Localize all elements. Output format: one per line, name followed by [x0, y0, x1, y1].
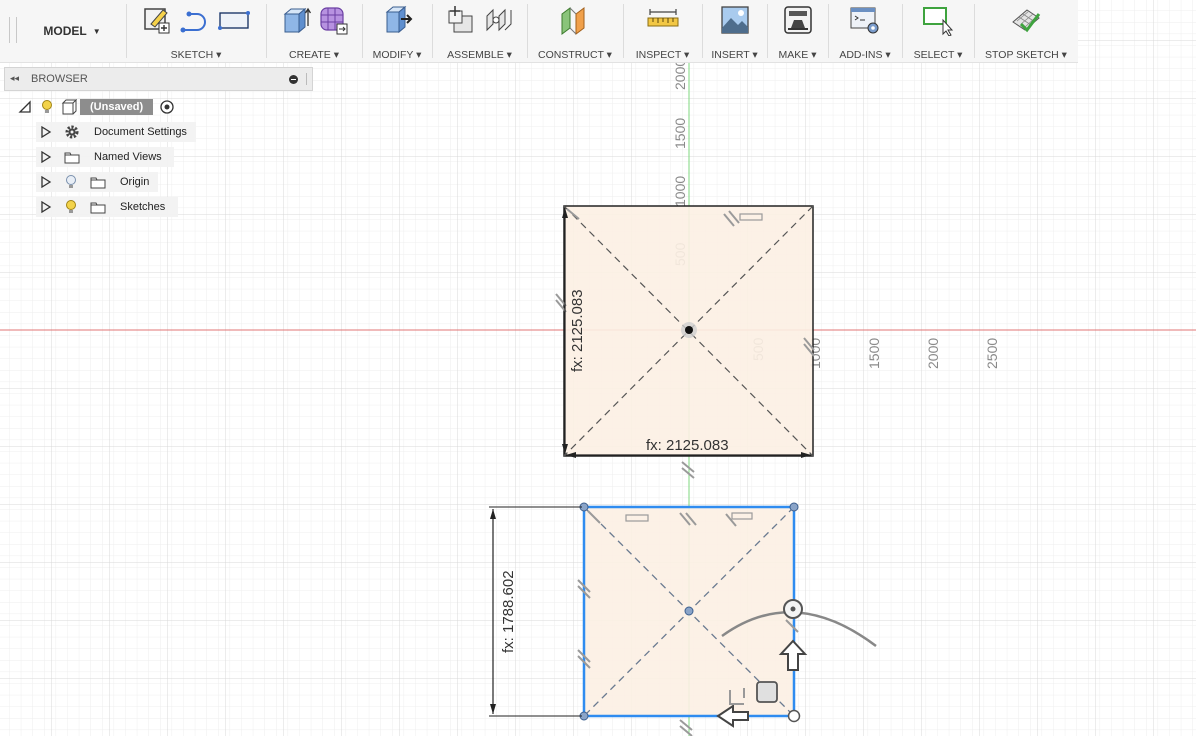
tree-item-named-views[interactable]: Named Views [36, 147, 174, 167]
create-menu-label: CREATE ▾ [289, 49, 339, 61]
component-icon [61, 99, 78, 115]
caret-expanded-icon[interactable] [18, 100, 32, 114]
activate-radio-icon[interactable] [159, 99, 175, 115]
tree-item-label[interactable]: Sketches [120, 201, 165, 213]
chevron-down-icon: ▼ [92, 26, 101, 36]
lightbulb-icon[interactable] [40, 99, 54, 115]
separator [527, 4, 528, 58]
select-menu[interactable]: SELECT ▾ [904, 0, 972, 62]
separator [974, 4, 975, 58]
insert-image-icon[interactable] [719, 4, 751, 36]
make-menu[interactable]: MAKE ▾ [769, 0, 826, 62]
stop-sketch-menu-label: STOP SKETCH ▾ [985, 49, 1067, 61]
workspace-label: MODEL [43, 24, 87, 38]
joint-icon[interactable] [483, 4, 515, 36]
tree-item-label[interactable]: Document Settings [94, 126, 187, 138]
lightbulb-off-icon[interactable] [64, 174, 78, 190]
y-tick-label: 2000 [672, 59, 688, 90]
tree-item-label[interactable]: Named Views [94, 151, 162, 163]
tree-item-document-settings[interactable]: Document Settings [36, 122, 196, 142]
modify-menu[interactable]: MODIFY ▾ [364, 0, 430, 62]
tree-root-label[interactable]: (Unsaved) [80, 99, 154, 115]
separator [126, 4, 127, 58]
dimension-bottom-vertical-label[interactable]: fx: 1788.602 [500, 570, 517, 653]
new-component-icon[interactable] [445, 4, 477, 36]
toolbar: MODEL ▼ SKETCH ▾ CREATE ▾ MODIFY ▾ ASSEM… [0, 0, 1078, 63]
measure-icon[interactable] [646, 4, 680, 36]
tree-item-label[interactable]: Origin [120, 176, 149, 188]
x-tick-label: 2500 [984, 338, 1000, 369]
collapse-icon[interactable]: ◂◂ [10, 73, 19, 84]
corner-point[interactable] [787, 709, 801, 723]
tree-item-sketches[interactable]: Sketches [36, 197, 178, 217]
press-pull-icon[interactable] [381, 4, 413, 36]
browser-title: BROWSER [31, 73, 88, 85]
modify-menu-label: MODIFY ▾ [372, 49, 422, 61]
dimension-top-vertical-label[interactable]: fx: 2125.083 [569, 289, 586, 372]
construct-menu-label: CONSTRUCT ▾ [538, 49, 612, 61]
add-ins-menu[interactable]: ADD-INS ▾ [830, 0, 900, 62]
add-ins-menu-label: ADD-INS ▾ [839, 49, 891, 61]
create-menu[interactable]: CREATE ▾ [268, 0, 360, 62]
planar-move-handle[interactable] [756, 681, 778, 703]
make-menu-label: MAKE ▾ [778, 49, 817, 61]
form-icon[interactable] [317, 4, 349, 36]
tree-root-row[interactable]: (Unsaved) [18, 97, 190, 117]
gear-icon [65, 125, 79, 139]
construct-menu[interactable]: CONSTRUCT ▾ [529, 0, 621, 62]
insert-menu-label: INSERT ▾ [711, 49, 758, 61]
extrude-icon[interactable] [279, 4, 311, 36]
center-point[interactable] [685, 326, 693, 334]
workspace-switcher-button[interactable]: MODEL ▼ [20, 0, 124, 62]
rotate-handle[interactable] [783, 599, 803, 619]
caret-collapsed-icon[interactable] [40, 201, 52, 213]
inspect-menu[interactable]: INSPECT ▾ [625, 0, 700, 62]
x-tick-label: 2000 [925, 338, 941, 369]
separator [902, 4, 903, 58]
assemble-menu-label: ASSEMBLE ▾ [447, 49, 512, 61]
y-tick-label: 1500 [672, 118, 688, 149]
separator [432, 4, 433, 58]
3d-print-icon[interactable] [782, 4, 814, 36]
create-sketch-icon[interactable] [141, 4, 173, 36]
assemble-menu[interactable]: ASSEMBLE ▾ [434, 0, 525, 62]
resize-handle[interactable] [306, 73, 309, 85]
folder-icon [90, 202, 106, 214]
folder-icon [90, 177, 106, 189]
select-menu-label: SELECT ▾ [913, 49, 963, 61]
scripts-addins-icon[interactable] [849, 4, 881, 36]
caret-collapsed-icon[interactable] [40, 176, 52, 188]
sketch-menu[interactable]: SKETCH ▾ [128, 0, 264, 62]
separator [702, 4, 703, 58]
tree-item-origin[interactable]: Origin [36, 172, 158, 192]
browser-panel-header[interactable]: ◂◂ BROWSER [4, 67, 313, 91]
offset-plane-icon[interactable] [558, 4, 592, 36]
caret-collapsed-icon[interactable] [40, 151, 52, 163]
y-tick-label: 1000 [672, 176, 688, 207]
lightbulb-icon[interactable] [64, 199, 78, 215]
inspect-menu-label: INSPECT ▾ [635, 49, 690, 61]
sketch-menu-label: SKETCH ▾ [170, 49, 222, 61]
folder-icon [64, 152, 80, 164]
stop-sketch-menu[interactable]: STOP SKETCH ▾ [976, 0, 1076, 62]
separator [266, 4, 267, 58]
dimension-top-horizontal-label[interactable]: fx: 2125.083 [646, 437, 729, 454]
separator [828, 4, 829, 58]
caret-collapsed-icon[interactable] [40, 126, 52, 138]
insert-menu[interactable]: INSERT ▾ [704, 0, 765, 62]
arc-icon[interactable] [179, 4, 211, 36]
select-icon[interactable] [921, 4, 955, 36]
separator [767, 4, 768, 58]
stop-sketch-icon[interactable] [1009, 4, 1043, 36]
pin-icon[interactable] [289, 75, 298, 84]
x-tick-label: 1500 [866, 338, 882, 369]
toolbar-grip[interactable] [9, 17, 17, 43]
separator [623, 4, 624, 58]
rectangle-icon[interactable] [217, 4, 251, 36]
separator [362, 4, 363, 58]
